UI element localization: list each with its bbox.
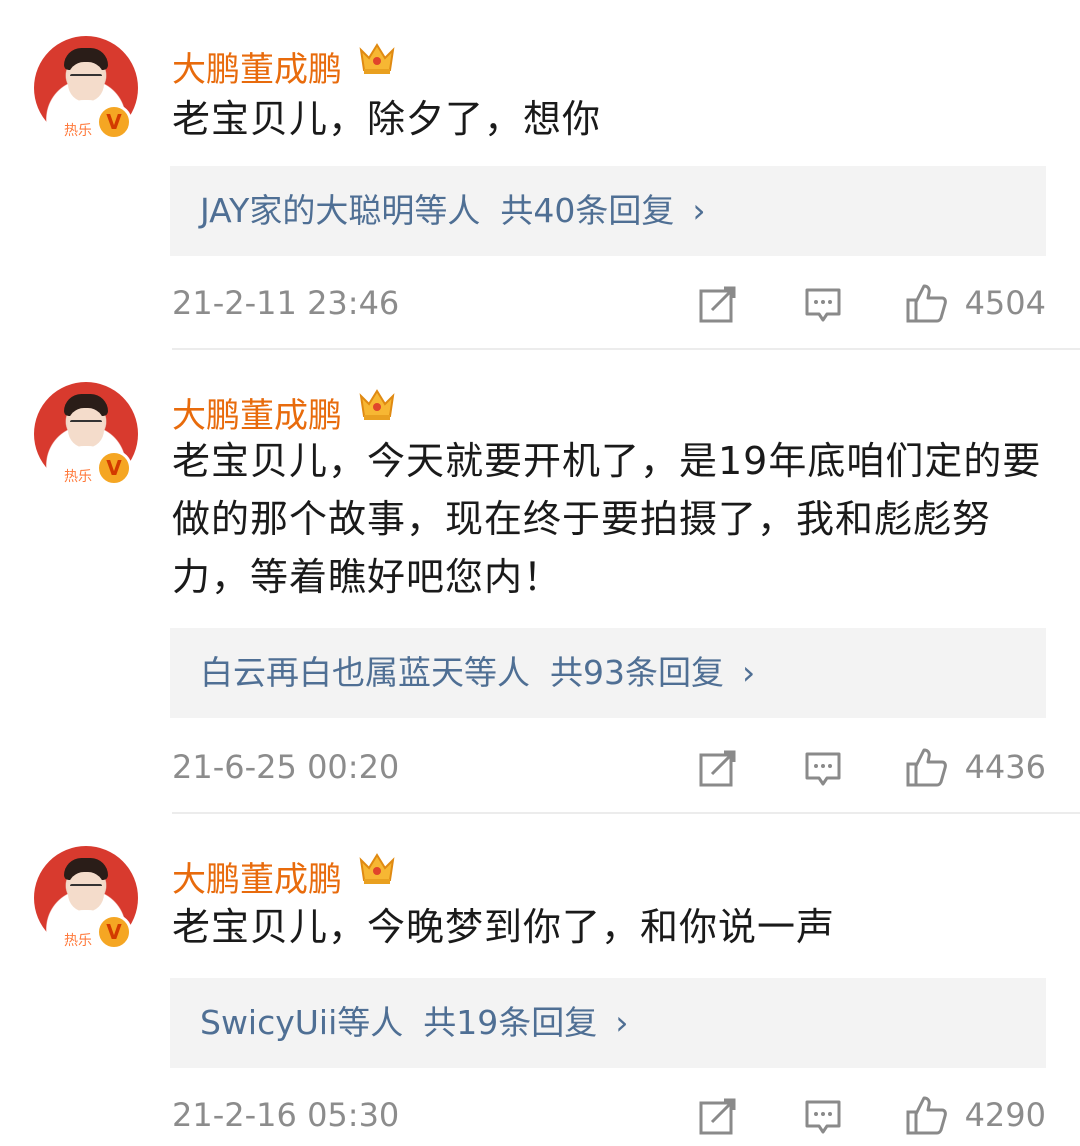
share-icon[interactable] (698, 748, 738, 788)
share-icon[interactable] (698, 1096, 738, 1136)
verified-badge-icon: V (96, 104, 132, 140)
verified-badge-icon: V (96, 450, 132, 486)
replies-who: 白云再白也属蓝天等人 (200, 653, 530, 692)
crown-icon (359, 43, 395, 74)
replies-count: 共93条回复 (550, 653, 724, 692)
chevron-right-icon: › (615, 1003, 629, 1042)
divider (172, 348, 1080, 350)
comment-text: 老宝贝儿，今天就要开机了，是19年底咱们定的要做的那个故事，现在终于要拍摄了，我… (172, 439, 1042, 599)
username[interactable]: 大鹏董成鹏 (172, 852, 342, 901)
replies-who: JAY家的大聪明等人 (200, 191, 481, 230)
comment-icon[interactable] (804, 1098, 842, 1136)
replies-who: SwicyUii等人 (200, 1003, 404, 1042)
crown-icon (359, 853, 395, 884)
replies-link[interactable]: JAY家的大聪明等人 共40条回复 › (170, 166, 1046, 256)
like-count: 4436 (964, 748, 1046, 786)
timestamp: 21-2-11 23:46 (172, 284, 400, 322)
avatar-tag: 热乐 (64, 123, 92, 139)
verified-badge-icon: V (96, 914, 132, 950)
replies-link[interactable]: 白云再白也属蓝天等人 共93条回复 › (170, 628, 1046, 718)
like-count: 4504 (964, 284, 1046, 322)
divider (172, 812, 1080, 814)
avatar-tag: 热乐 (64, 933, 92, 949)
comment-meta: 21-2-11 23:46 4504 (172, 278, 1048, 328)
like-icon[interactable] (906, 282, 948, 324)
comment-meta: 21-2-16 05:30 4290 (172, 1090, 1048, 1140)
comment-text: 老宝贝儿，今晚梦到你了，和你说一声 (172, 905, 836, 949)
replies-count: 共19条回复 (423, 1003, 598, 1042)
replies-count: 共40条回复 (500, 191, 675, 230)
like-icon[interactable] (906, 1094, 948, 1136)
username[interactable]: 大鹏董成鹏 (172, 42, 342, 91)
chevron-right-icon: › (742, 653, 756, 692)
timestamp: 21-6-25 00:20 (172, 748, 400, 786)
crown-icon (359, 389, 395, 420)
chevron-right-icon: › (692, 191, 706, 230)
comment-text: 老宝贝儿，除夕了，想你 (172, 97, 602, 141)
like-count: 4290 (964, 1096, 1046, 1134)
avatar-tag: 热乐 (64, 469, 92, 485)
username[interactable]: 大鹏董成鹏 (172, 388, 342, 437)
comment-meta: 21-6-25 00:20 4436 (172, 742, 1048, 792)
comment-icon[interactable] (804, 750, 842, 788)
replies-link[interactable]: SwicyUii等人 共19条回复 › (170, 978, 1046, 1068)
comment-icon[interactable] (804, 286, 842, 324)
share-icon[interactable] (698, 284, 738, 324)
timestamp: 21-2-16 05:30 (172, 1096, 400, 1134)
like-icon[interactable] (906, 746, 948, 788)
